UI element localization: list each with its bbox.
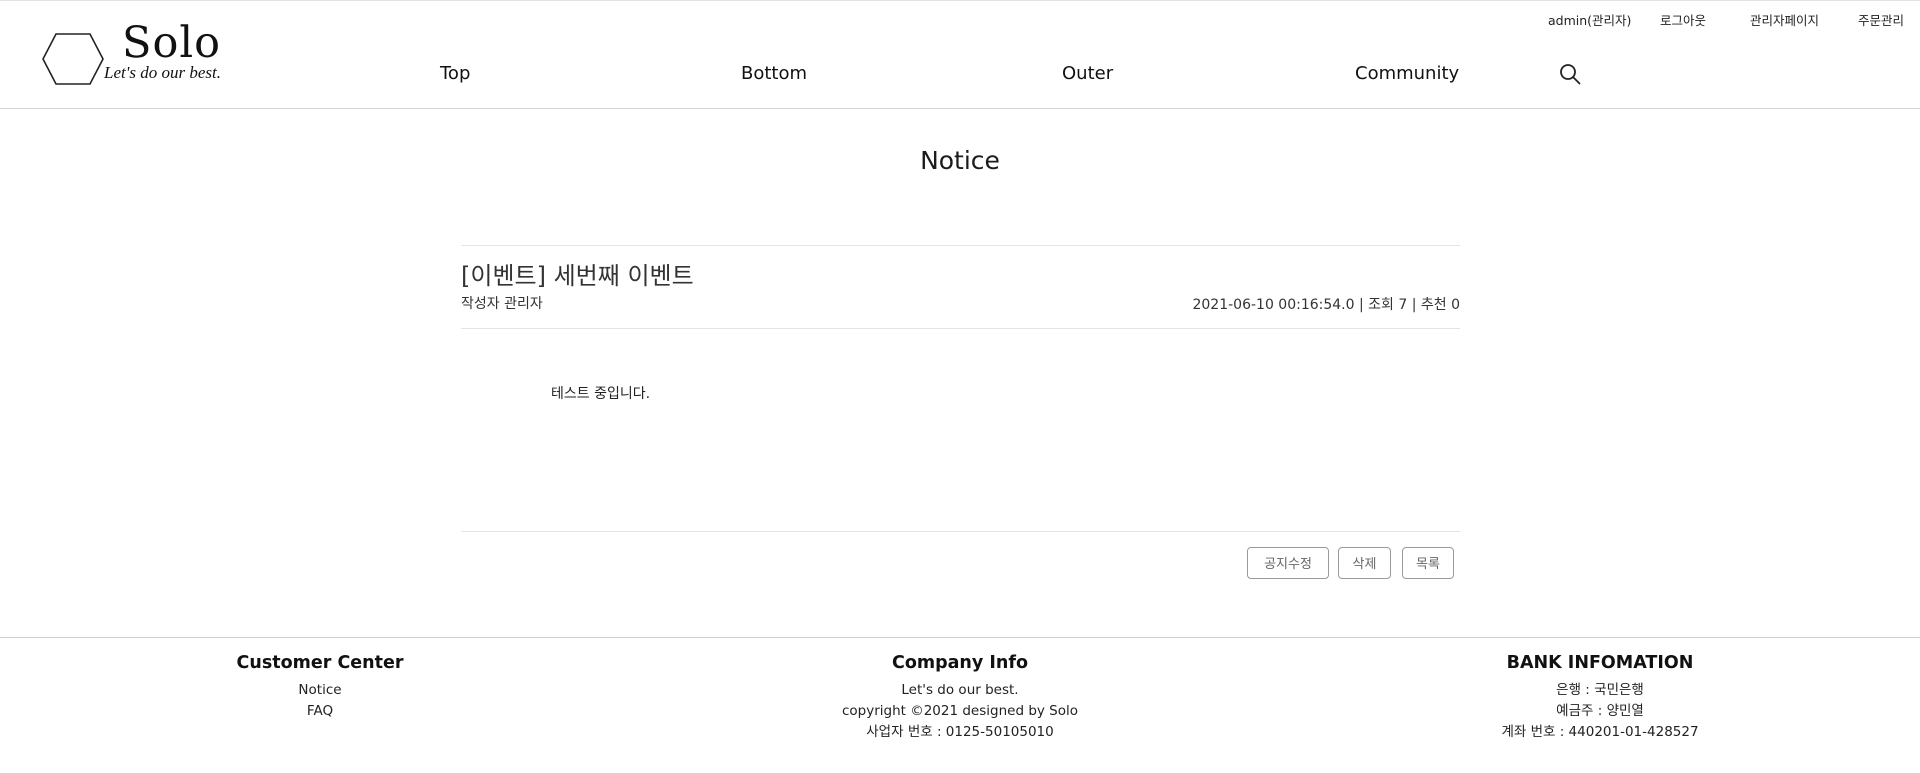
order-manage-link[interactable]: 주문관리 xyxy=(1858,10,1904,29)
nav-community[interactable]: Community xyxy=(1355,63,1459,84)
post-bottom-divider xyxy=(461,531,1460,532)
footer-company-info: Company Info Let's do our best. copyrigh… xyxy=(760,652,1160,743)
company-info-heading: Company Info xyxy=(891,653,1028,673)
nav-outer[interactable]: Outer xyxy=(1062,63,1113,84)
site-header: Solo Let's do our best. admin(관리자) 로그아웃 … xyxy=(0,1,1920,109)
page-title: Notice xyxy=(920,146,1000,175)
post-top-divider xyxy=(461,245,1460,246)
company-copyright: copyright ©2021 designed by Solo xyxy=(841,703,1079,719)
bank-info-heading: BANK INFOMATION xyxy=(1506,653,1694,673)
footer-notice-link[interactable]: Notice xyxy=(120,680,520,701)
post-title: [이벤트] 세번째 이벤트 xyxy=(461,262,694,290)
delete-button[interactable]: 삭제 xyxy=(1338,547,1391,579)
post-header-divider xyxy=(461,328,1460,329)
business-number: 사업자 번호 : 0125-50105010 xyxy=(866,724,1054,740)
post-meta: 2021-06-10 00:16:54.0 | 조회 7 | 추천 0 xyxy=(1192,297,1460,313)
list-button[interactable]: 목록 xyxy=(1402,547,1454,579)
logo[interactable]: Solo Let's do our best. xyxy=(42,19,272,87)
search-icon[interactable] xyxy=(1559,63,1581,85)
logo-tagline: Let's do our best. xyxy=(104,63,221,82)
footer-divider xyxy=(0,637,1920,638)
nav-bottom[interactable]: Bottom xyxy=(741,63,807,84)
admin-page-link[interactable]: 관리자페이지 xyxy=(1750,10,1819,29)
logout-link[interactable]: 로그아웃 xyxy=(1660,10,1706,29)
footer-bank-info: BANK INFOMATION 은행 : 국민은행 예금주 : 양민열 계좌 번… xyxy=(1400,652,1800,743)
current-user-link[interactable]: admin(관리자) xyxy=(1548,10,1631,29)
edit-notice-button[interactable]: 공지수정 xyxy=(1247,547,1329,579)
bank-name: 은행 : 국민은행 xyxy=(1556,682,1644,698)
footer-customer-center: Customer Center Notice FAQ xyxy=(120,652,520,722)
post-body: 테스트 중입니다. xyxy=(551,386,651,402)
account-holder: 예금주 : 양민열 xyxy=(1556,703,1644,719)
company-slogan: Let's do our best. xyxy=(901,682,1019,698)
hexagon-logo-icon xyxy=(42,33,104,85)
footer-faq-link[interactable]: FAQ xyxy=(120,701,520,722)
account-number: 계좌 번호 : 440201-01-428527 xyxy=(1501,724,1699,740)
customer-center-heading: Customer Center xyxy=(236,653,404,673)
logo-wordmark: Solo xyxy=(122,18,221,68)
post-author: 작성자 관리자 xyxy=(461,296,543,312)
nav-top[interactable]: Top xyxy=(440,63,470,84)
